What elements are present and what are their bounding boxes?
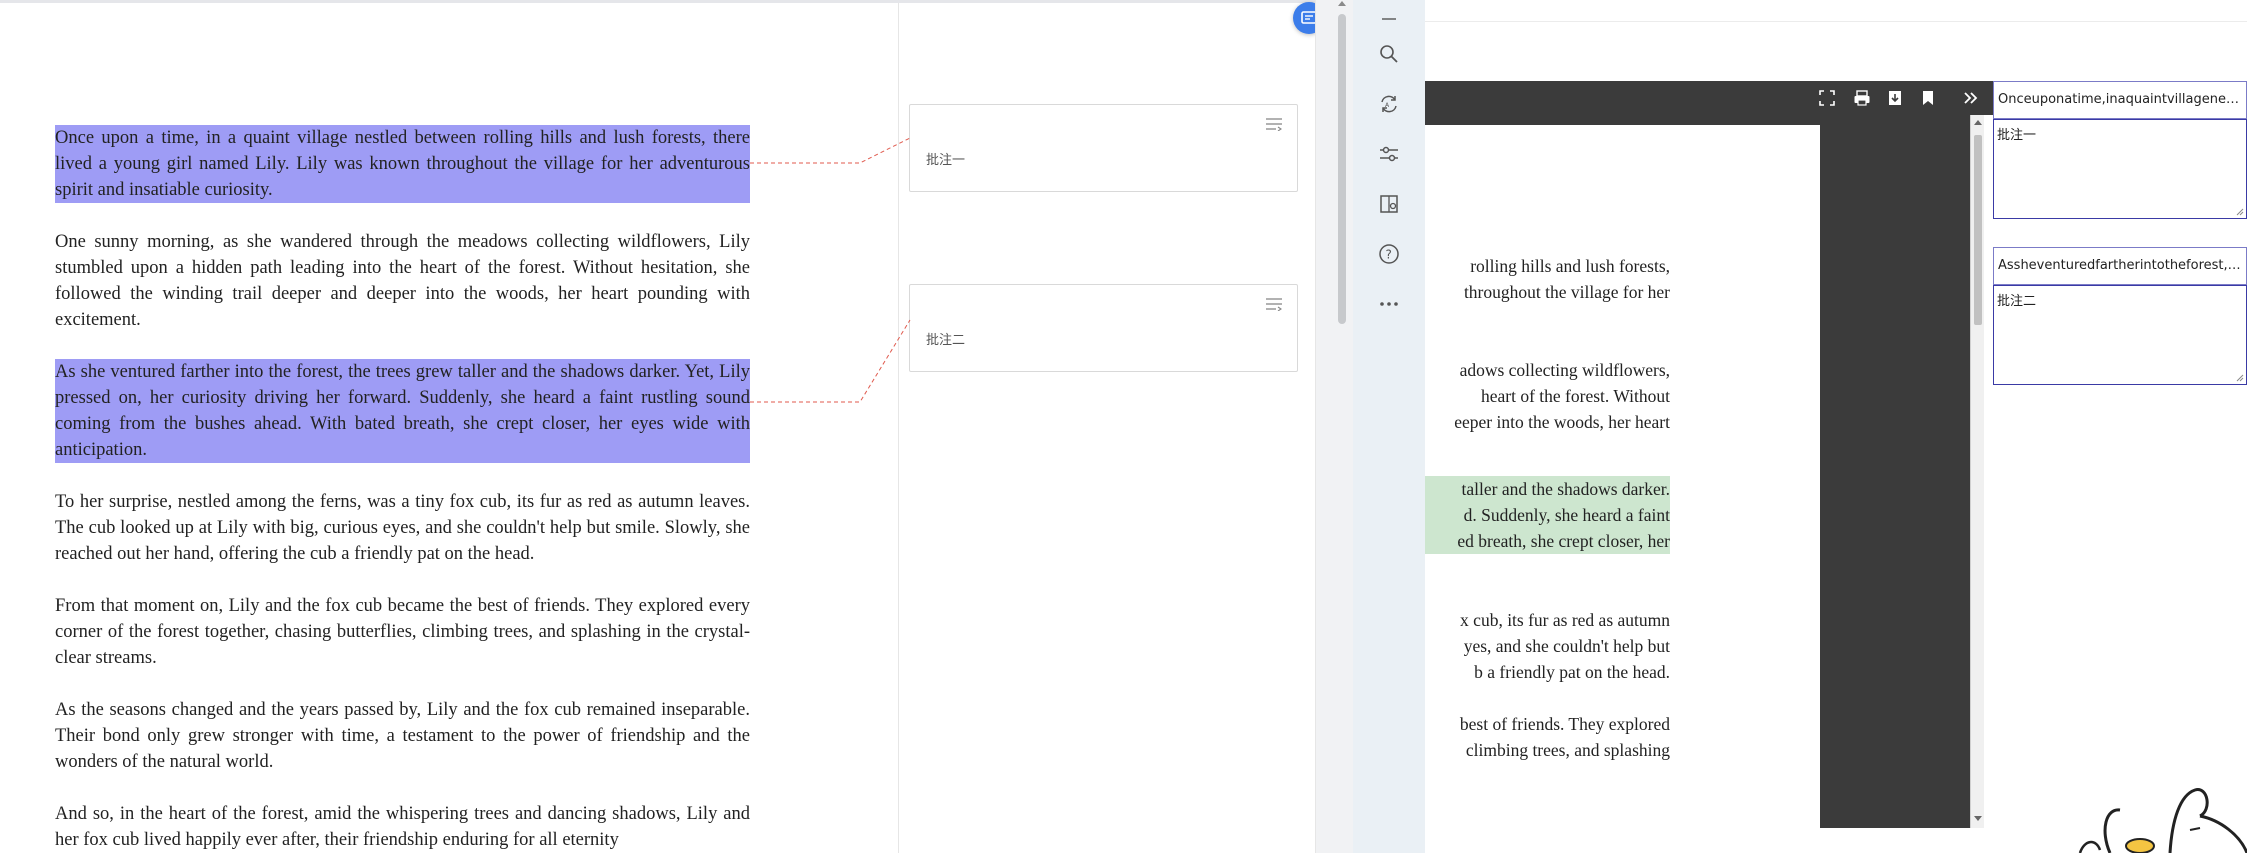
help-button[interactable]: ? <box>1375 240 1403 268</box>
scrollbar-thumb[interactable] <box>1974 135 1982 325</box>
sync-icon: A <box>1381 95 1397 113</box>
pdf-text-line: adows collecting wildflowers, <box>1459 360 1670 380</box>
pdf-scrollbar[interactable] <box>1970 115 1984 828</box>
sync-button[interactable]: A <box>1375 90 1403 118</box>
annotation-title-field[interactable]: Onceuponatime,inaquaintvillagenestl… <box>1993 81 2247 119</box>
more-icon <box>1380 302 1398 306</box>
cat-mascot-icon <box>2078 788 2247 853</box>
paragraph: To her surprise, nestled among the ferns… <box>55 492 750 564</box>
annotation-text[interactable]: 批注一 <box>1997 128 2036 143</box>
annotation-title-field[interactable]: Assheventuredfartherintotheforest,the… <box>1993 247 2247 285</box>
pdf-text-line-highlighted[interactable]: ed breath, she crept closer, her <box>1425 528 1670 554</box>
search-icon <box>1380 45 1398 63</box>
pdf-viewer: rolling hills and lush forests, througho… <box>1425 0 2247 853</box>
resize-grip-icon[interactable] <box>2235 207 2244 216</box>
annotation-panel: Onceuponatime,inaquaintvillagenestl… 批注一… <box>1993 81 2247 853</box>
comment-card[interactable]: 批注二 <box>909 284 1298 372</box>
scroll-up-icon[interactable] <box>1973 119 1983 127</box>
paragraph: And so, in the heart of the forest, amid… <box>55 804 750 850</box>
pdf-text-line: climbing trees, and splashing <box>1465 740 1670 760</box>
sliders-icon <box>1380 146 1398 162</box>
paragraph: As the seasons changed and the years pas… <box>55 700 750 772</box>
help-icon: ? <box>1379 244 1399 264</box>
comments-column: 批注一 批注二 <box>899 3 1315 853</box>
pdf-text-line: b a friendly pat on the head. <box>1474 662 1670 682</box>
annotation-text-area[interactable]: 批注二 <box>1993 285 2247 385</box>
expand-icon[interactable] <box>1962 89 1980 107</box>
paragraph-highlighted[interactable]: As she ventured farther into the forest,… <box>55 359 750 463</box>
comment-text[interactable]: 批注二 <box>926 329 965 348</box>
document-pane: Once upon a time, in a quaint village ne… <box>0 3 899 853</box>
app-root: { "document": { "paragraphs": [ "Once up… <box>0 0 2247 853</box>
svg-text:?: ? <box>1386 248 1392 262</box>
viewer-toolbar <box>1425 81 1995 115</box>
document-scrollbar[interactable] <box>1315 0 1353 853</box>
settings-button[interactable] <box>1375 140 1403 168</box>
pdf-text-line: best of friends. They explored <box>1459 714 1670 734</box>
pdf-text-line: throughout the village for her <box>1463 282 1670 302</box>
paragraph: One sunny morning, as she wandered throu… <box>55 232 750 330</box>
pdf-page: rolling hills and lush forests, througho… <box>1425 125 1820 828</box>
viewer-top-band <box>1425 0 2247 22</box>
pdf-text-line: yes, and she couldn't help but <box>1463 636 1670 656</box>
fullscreen-icon[interactable] <box>1818 89 1836 107</box>
bookmark-icon[interactable] <box>1919 89 1937 107</box>
search-button[interactable] <box>1375 40 1403 68</box>
svg-text:A: A <box>1385 102 1390 109</box>
pdf-text-line: heart of the forest. Without <box>1481 386 1670 406</box>
more-button[interactable] <box>1375 290 1403 318</box>
comment-menu-icon[interactable] <box>1265 117 1283 131</box>
paragraph-highlighted[interactable]: Once upon a time, in a quaint village ne… <box>55 125 750 203</box>
scroll-down-icon[interactable] <box>1973 814 1983 822</box>
pdf-text-line-highlighted[interactable]: taller and the shadows darker. <box>1425 476 1670 502</box>
resize-grip-icon[interactable] <box>2235 373 2244 382</box>
pdf-text-line: x cub, its fur as red as autumn <box>1460 610 1670 630</box>
vertical-toolbar: A ? <box>1353 0 1425 853</box>
pdf-text-line: eeper into the woods, her heart <box>1454 412 1670 432</box>
annotation-text[interactable]: 批注二 <box>1997 294 2036 309</box>
book-icon <box>1380 195 1398 213</box>
pdf-text-line-highlighted[interactable]: d. Suddenly, she heard a faint <box>1425 502 1670 528</box>
paragraph: From that moment on, Lily and the fox cu… <box>55 596 750 668</box>
download-icon[interactable] <box>1886 89 1904 107</box>
annotation-text-area[interactable]: 批注一 <box>1993 119 2247 219</box>
minimize-button[interactable] <box>1375 0 1403 28</box>
comment-text[interactable]: 批注一 <box>926 149 965 168</box>
comment-menu-icon[interactable] <box>1265 297 1283 311</box>
pdf-text-line: rolling hills and lush forests, <box>1470 256 1670 276</box>
comment-card[interactable]: 批注一 <box>909 104 1298 192</box>
scroll-up-icon[interactable] <box>1337 0 1347 8</box>
pdf-page-area: rolling hills and lush forests, througho… <box>1425 115 1982 828</box>
reader-button[interactable] <box>1375 190 1403 218</box>
viewer-gap <box>1425 22 2247 81</box>
scrollbar-thumb[interactable] <box>1338 14 1346 324</box>
minimize-icon <box>1382 18 1396 20</box>
print-icon[interactable] <box>1853 89 1871 107</box>
